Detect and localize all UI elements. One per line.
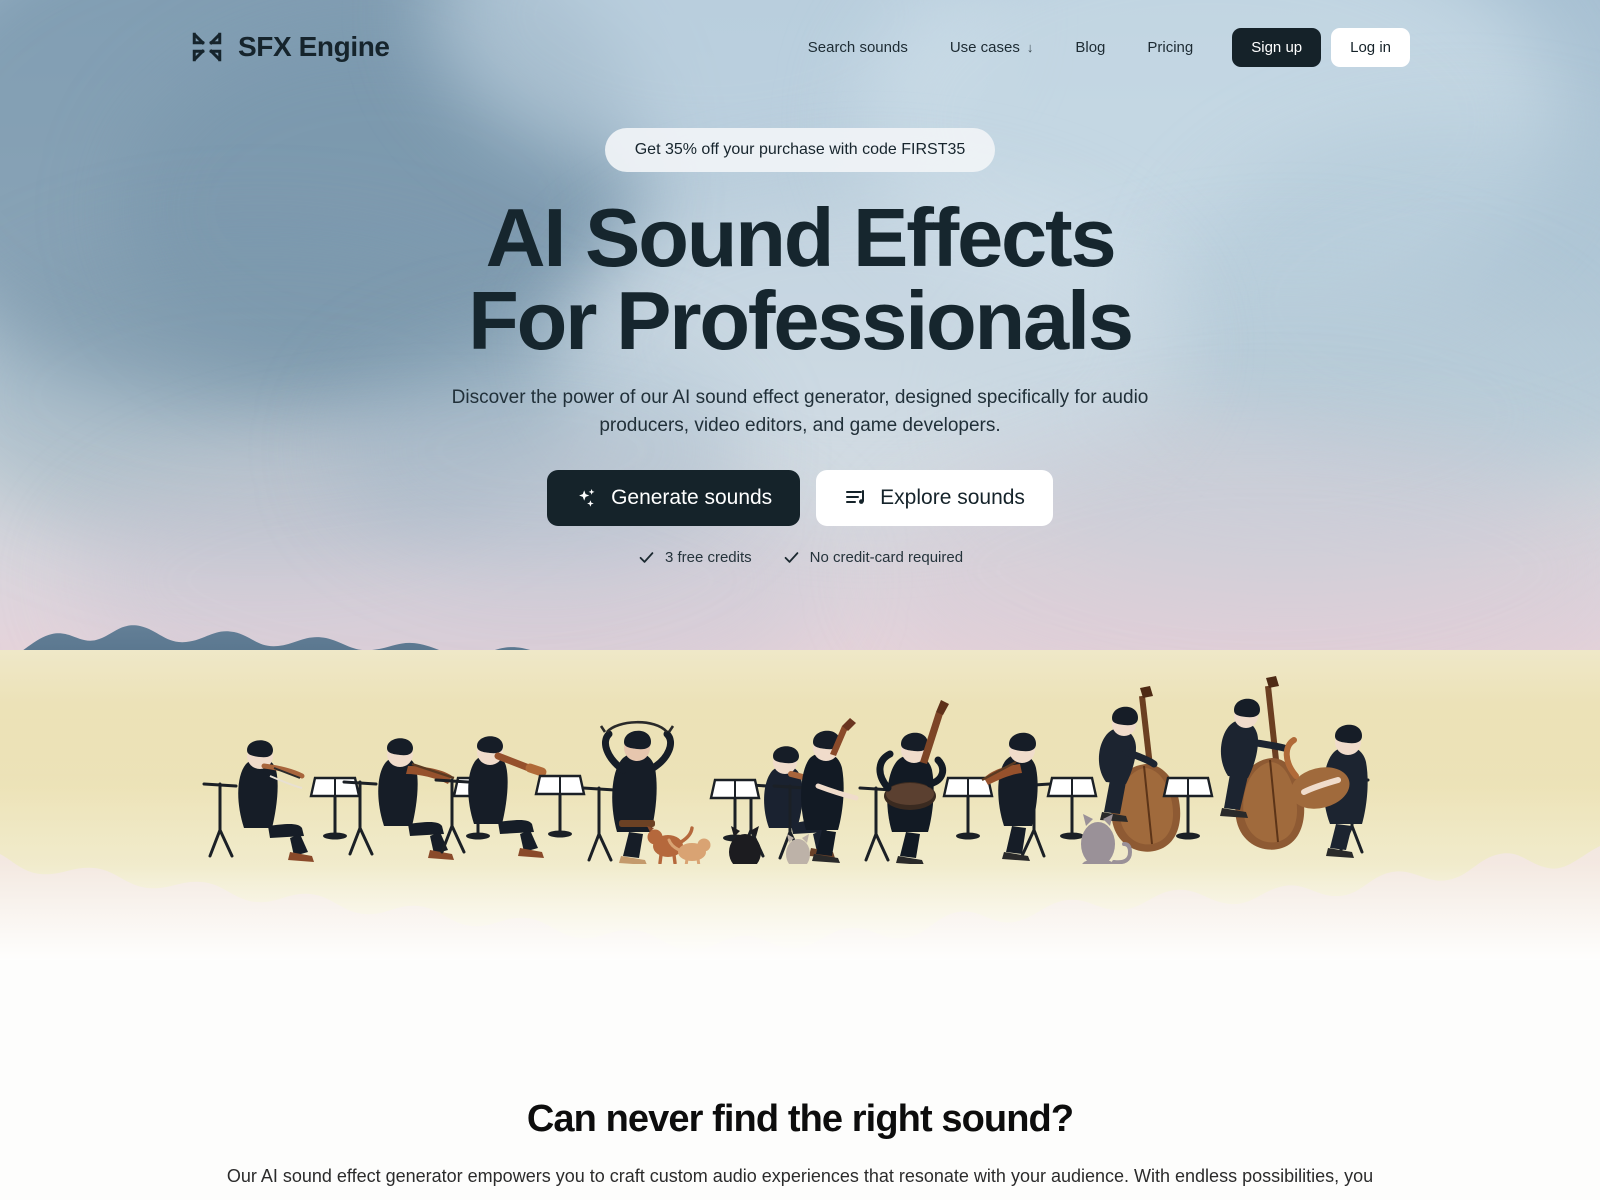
- nav-item-use-cases[interactable]: Use cases ↓: [929, 31, 1055, 64]
- page-root: SFX Engine Search sounds Use cases ↓ Blo…: [0, 0, 1600, 1200]
- nav-label: Search sounds: [807, 38, 908, 56]
- brand-name: SFX Engine: [238, 31, 390, 62]
- collapse-arrows-icon: [190, 30, 224, 64]
- sparkles-icon: [575, 486, 599, 510]
- sign-up-button[interactable]: Sign up: [1232, 27, 1322, 67]
- check-icon: [782, 548, 801, 567]
- trust-label: 3 free credits: [664, 549, 752, 567]
- site-header: SFX Engine Search sounds Use cases ↓ Blo…: [0, 0, 1600, 94]
- check-icon: [637, 548, 656, 567]
- log-in-button[interactable]: Log in: [1331, 27, 1410, 67]
- page-title: AI Sound Effects For Professionals: [468, 191, 1134, 367]
- nav-item-search-sounds[interactable]: Search sounds: [787, 31, 929, 64]
- explore-sounds-label: Explore sounds: [880, 486, 1025, 510]
- trust-row: 3 free credits No credit-card required: [637, 548, 963, 567]
- generate-sounds-label: Generate sounds: [611, 486, 773, 510]
- orchestra-figures: [0, 634, 1600, 864]
- trust-item-no-credit-card: No credit-card required: [782, 548, 963, 567]
- explore-sounds-button[interactable]: Explore sounds: [816, 470, 1053, 527]
- hero-subheading: Discover the power of our AI sound effec…: [451, 387, 1149, 437]
- nav-label: Pricing: [1147, 38, 1194, 56]
- cta-row: Generate sounds Explore sounds: [547, 470, 1053, 527]
- trust-item-free-credits: 3 free credits: [637, 548, 752, 567]
- trust-label: No credit-card required: [809, 549, 964, 567]
- main-nav: Search sounds Use cases ↓ Blog Pricing S…: [787, 27, 1410, 67]
- section-body: Our AI sound effect generator empowers y…: [226, 1166, 1374, 1186]
- promo-banner[interactable]: Get 35% off your purchase with code FIRS…: [604, 128, 996, 172]
- generate-sounds-button[interactable]: Generate sounds: [547, 470, 801, 527]
- nav-item-pricing[interactable]: Pricing: [1126, 31, 1214, 64]
- nav-item-blog[interactable]: Blog: [1054, 31, 1126, 64]
- chevron-down-icon: ↓: [1026, 39, 1034, 55]
- brand-logo[interactable]: SFX Engine: [190, 30, 390, 64]
- section-title: Can never find the right sound?: [526, 1098, 1074, 1140]
- playlist-music-icon: [844, 486, 868, 510]
- nav-label: Use cases: [949, 38, 1020, 56]
- value-prop-section: Can never find the right sound? Our AI s…: [0, 960, 1600, 1200]
- nav-label: Blog: [1075, 38, 1106, 56]
